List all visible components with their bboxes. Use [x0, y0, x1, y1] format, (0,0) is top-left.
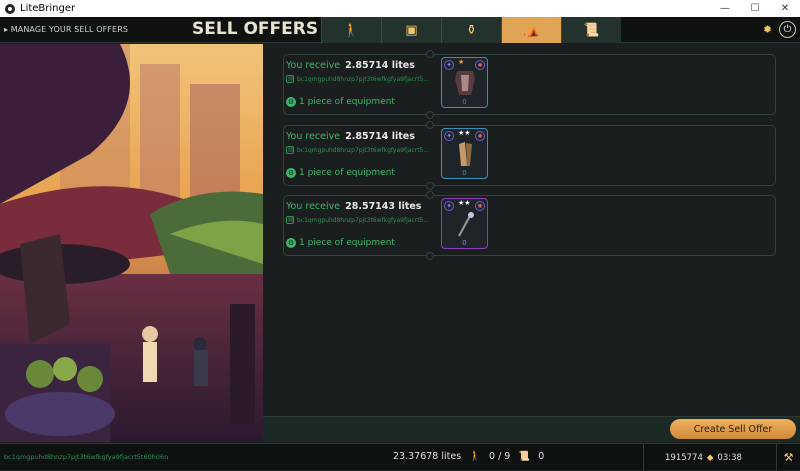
link-icon: ⛓: [286, 75, 295, 83]
nav-tabs: 🚶 ▣ ⚱ ⛺ 📜: [321, 17, 621, 43]
minimize-button[interactable]: —: [710, 3, 740, 14]
tab-inventory[interactable]: ▣: [381, 17, 441, 43]
app-icon: [5, 3, 15, 14]
offers-panel: You receive 2.85714 lites ⛓ bc1qmgpuhd8hnz…: [263, 44, 800, 416]
market-artwork: [0, 44, 263, 442]
block-height: 1915774: [665, 452, 703, 463]
offer-pieces: ⚙ 1 piece of equipment: [286, 238, 395, 248]
equipment-icon: ⚙: [286, 97, 296, 107]
window-title: LiteBringer: [20, 3, 76, 14]
offer-card[interactable]: You receive 28.57143 lites ⛓ bc1qmgpuhd8hn…: [283, 191, 776, 260]
link-icon: ⛓: [286, 216, 295, 224]
offer-card[interactable]: You receive 2.85714 lites ⛓ bc1qmgpuhd8hnz…: [283, 50, 776, 119]
item-slot[interactable]: ✦ ★ ✺ 0: [441, 57, 488, 108]
offer-amount: 2.85714 lites: [345, 60, 415, 71]
block-time: 03:38: [717, 452, 742, 463]
item-stars: ★: [458, 58, 465, 66]
top-header: ▸ MANAGE YOUR SELL OFFERS SELL OFFERS 🚶 …: [0, 17, 800, 43]
maximize-button[interactable]: ☐: [740, 3, 770, 14]
tools-icon[interactable]: ⚒: [776, 444, 800, 471]
tab-characters[interactable]: 🚶: [321, 17, 381, 43]
treasure-icon: ⚱: [466, 22, 477, 38]
tab-market[interactable]: ⛺: [501, 17, 561, 43]
offer-address: ⛓ bc1qmgpuhd8hnzp7pjt3t6wfkgfya9fjacrt5..…: [286, 216, 430, 224]
link-icon: ⛓: [286, 146, 295, 154]
receive-text: You receive 2.85714 lites: [286, 131, 415, 142]
gear-icon[interactable]: ✹: [759, 21, 776, 38]
close-button[interactable]: ✕: [770, 3, 800, 14]
status-bar: bc1qmgpuhd8hnzp7pjt3t6wfkgfya9fjacrt5t60…: [0, 443, 800, 471]
equipment-icon: ⚙: [286, 168, 296, 178]
gloves-icon: [459, 142, 472, 166]
offer-address: ⛓ bc1qmgpuhd8hnzp7pjt3t6wfkgfya9fjacrt5..…: [286, 146, 430, 154]
item-count: 0: [462, 239, 467, 247]
offer-address: ⛓ bc1qmgpuhd8hnzp7pjt3t6wfkgfya9fjacrt5..…: [286, 75, 430, 83]
manage-offers-label: ▸ MANAGE YOUR SELL OFFERS: [4, 25, 129, 34]
offer-card[interactable]: You receive 2.85714 lites ⛓ bc1qmgpuhd8hnz…: [283, 121, 776, 190]
scroll-icon: 📜: [518, 451, 531, 462]
staff-icon: [458, 212, 474, 237]
armor-icon: [455, 71, 475, 95]
power-icon[interactable]: ⏻: [779, 21, 796, 38]
offer-pieces: ⚙ 1 piece of equipment: [286, 168, 395, 178]
item-count: 0: [462, 169, 467, 177]
receive-text: You receive 28.57143 lites: [286, 201, 422, 212]
balance: 23.37678 lites: [393, 451, 462, 462]
wallet-address: bc1qmgpuhd8hnzp7pjt3t6wfkgfya9fjacrt5t60…: [4, 453, 169, 461]
tab-scrolls[interactable]: 📜: [561, 17, 621, 43]
tab-treasure[interactable]: ⚱: [441, 17, 501, 43]
page-title: SELL OFFERS: [192, 19, 319, 39]
scroll-icon: 📜: [583, 22, 600, 38]
offer-amount: 28.57143 lites: [345, 201, 422, 212]
offer-pieces: ⚙ 1 piece of equipment: [286, 97, 395, 107]
item-stars: ★★: [458, 129, 471, 137]
create-sell-offer-button[interactable]: Create Sell Offer: [670, 419, 796, 439]
block-icon: ◆: [706, 452, 714, 463]
character-count: 0 / 9: [489, 451, 511, 462]
item-count: 0: [462, 98, 467, 106]
item-stars: ★★: [458, 199, 471, 207]
offer-amount: 2.85714 lites: [345, 131, 415, 142]
scroll-count: 0: [538, 451, 545, 462]
character-icon: 🚶: [469, 451, 481, 462]
character-icon: 🚶: [343, 22, 360, 38]
window-titlebar: LiteBringer — ☐ ✕: [0, 0, 800, 17]
item-slot[interactable]: ✦ ★★ ✺ 0: [441, 198, 488, 249]
market-icon: ⛺: [523, 22, 540, 38]
receive-text: You receive 2.85714 lites: [286, 60, 415, 71]
item-slot[interactable]: ✦ ★★ ✺ 0: [441, 128, 488, 179]
chest-icon: ▣: [405, 22, 418, 38]
equipment-icon: ⚙: [286, 238, 296, 248]
